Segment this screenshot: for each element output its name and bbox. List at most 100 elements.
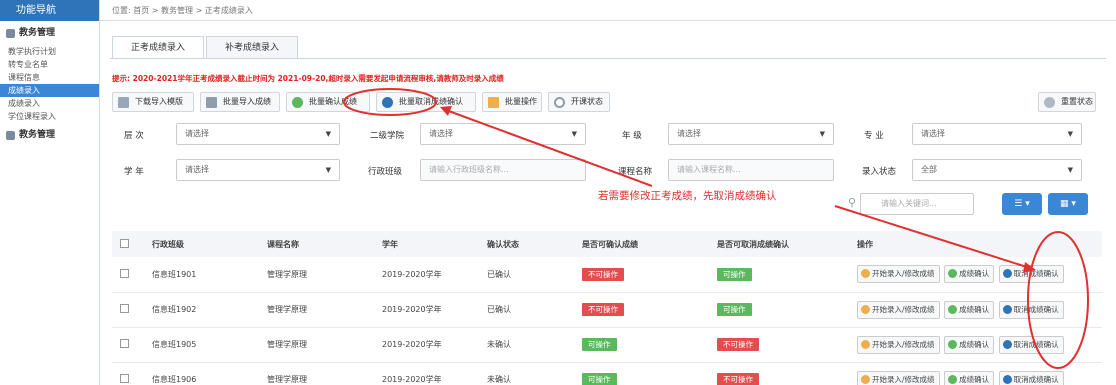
col-header-class[interactable]: 行政班级 <box>144 231 259 257</box>
row-checkbox[interactable] <box>120 339 129 348</box>
notice-text: 提示: 2020-2021学年正考成绩录入截止时间为 2021-09-20,超时… <box>112 74 504 83</box>
reset-icon <box>1044 97 1055 108</box>
course-status-button[interactable]: 开课状态 <box>548 92 610 112</box>
sidebar-brand: 功能导航 <box>0 0 99 21</box>
row-checkbox[interactable] <box>120 304 129 313</box>
filter-label-grade: 年 级 <box>622 131 642 141</box>
chevron-down-icon: ▼ <box>325 130 331 138</box>
cell-course: 管理学原理 <box>267 340 307 349</box>
class-input[interactable]: 请输入行政班级名称... <box>420 159 586 181</box>
sidebar-item-course[interactable]: 课程信息 <box>0 71 99 84</box>
level-select[interactable]: 请选择 ▼ <box>176 123 340 145</box>
confirm-score-button[interactable]: 成绩确认 <box>944 265 995 284</box>
table-row: 信息班1902 管理学原理 2019-2020学年 已确认 不可操作 可操作 开… <box>112 292 1102 327</box>
column-toggle-button[interactable]: ▦ ▾ <box>1048 193 1088 215</box>
cancel-icon <box>1002 269 1012 279</box>
tab-regular-score-entry[interactable]: 正考成绩录入 <box>112 36 205 58</box>
cell-class: 信息班1902 <box>152 305 197 314</box>
check-icon <box>948 339 958 349</box>
table-row: 信息班1906 管理学原理 2019-2020学年 未确认 可操作 不可操作 开… <box>112 362 1102 385</box>
reset-status-button[interactable]: 重置状态 <box>1038 92 1096 112</box>
sidebar-section-teaching[interactable]: 教务管理 <box>0 21 99 45</box>
search-input[interactable]: 请输入关键词... <box>860 193 974 215</box>
folder-icon <box>6 28 15 38</box>
cancel-icon <box>1002 304 1012 314</box>
edit-score-button[interactable]: 开始录入/修改成绩 <box>857 370 940 385</box>
status-badge: 可操作 <box>582 338 617 351</box>
tab-bar: 正考成绩录入 补考成绩录入 <box>112 36 300 58</box>
confirm-score-button[interactable]: 成绩确认 <box>944 335 995 354</box>
batch-operation-button[interactable]: 批量操作 <box>482 92 542 112</box>
download-template-button[interactable]: 下载导入模版 <box>112 92 194 112</box>
check-icon <box>948 269 958 279</box>
edit-score-button[interactable]: 开始录入/修改成绩 <box>857 335 940 354</box>
cell-class: 信息班1906 <box>152 375 197 384</box>
check-icon <box>948 374 958 384</box>
sidebar-section-academic[interactable]: 教务管理 <box>0 123 99 147</box>
cell-course: 管理学原理 <box>267 305 307 314</box>
cell-status: 已确认 <box>487 269 511 279</box>
toolbar: 下载导入模版 批量导入成绩 批量确认成绩 批量取消成绩确认 批量操作 开课状态 … <box>112 92 1102 112</box>
table-row: 信息班1905 管理学原理 2019-2020学年 未确认 可操作 不可操作 开… <box>112 327 1102 362</box>
batch-cancel-confirm-button[interactable]: 批量取消成绩确认 <box>376 92 476 112</box>
entry-status-select[interactable]: 全部 ▼ <box>912 159 1082 181</box>
sidebar-item-transfer[interactable]: 转专业名单 <box>0 58 99 71</box>
pencil-icon <box>861 269 870 279</box>
breadcrumb: 位置: 首页 > 教务管理 > 正考成绩录入 <box>100 0 1116 21</box>
col-header-course[interactable]: 课程名称 <box>259 231 374 257</box>
status-badge: 不可操作 <box>582 303 624 316</box>
select-all-checkbox[interactable] <box>120 238 129 248</box>
edit-score-button[interactable]: 开始录入/修改成绩 <box>857 265 940 284</box>
cancel-icon <box>1002 339 1012 349</box>
course-input[interactable]: 请输入课程名称... <box>668 159 834 181</box>
confirm-score-button[interactable]: 成绩确认 <box>944 370 995 385</box>
cell-class: 信息班1905 <box>152 340 197 349</box>
sidebar-item-score-entry-2[interactable]: 成绩录入 <box>0 97 99 110</box>
filter-label-year: 学 年 <box>124 167 144 177</box>
sidebar: 功能导航 教务管理 教学执行计划 转专业名单 课程信息 成绩录入 成绩录入 学位… <box>0 0 100 385</box>
year-select[interactable]: 请选择 ▼ <box>176 159 340 181</box>
col-header-can-cancel[interactable]: 是否可取消成绩确认 <box>709 231 849 257</box>
batch-confirm-button[interactable]: 批量确认成绩 <box>286 92 370 112</box>
row-checkbox[interactable] <box>120 268 129 278</box>
cell-status: 未确认 <box>487 340 511 349</box>
grade-select[interactable]: 请选择 ▼ <box>668 123 834 145</box>
cell-status: 已确认 <box>487 305 511 314</box>
filter-label-major: 专 业 <box>864 131 884 141</box>
cell-year: 2019-2020学年 <box>382 340 442 349</box>
col-header-can-confirm[interactable]: 是否可确认成绩 <box>574 231 709 257</box>
sidebar-item-score-entry[interactable]: 成绩录入 <box>0 84 99 97</box>
cell-year: 2019-2020学年 <box>382 269 442 279</box>
batch-import-button[interactable]: 批量导入成绩 <box>200 92 280 112</box>
filter-label-course: 课程名称 <box>618 167 653 177</box>
col-header-status[interactable]: 确认状态 <box>479 231 574 257</box>
cell-year: 2019-2020学年 <box>382 375 442 384</box>
list-icon: ☰ ▾ <box>1014 199 1030 209</box>
confirm-score-button[interactable]: 成绩确认 <box>944 300 995 319</box>
status-badge: 可操作 <box>717 303 752 316</box>
tab-divider <box>110 58 1106 59</box>
view-list-button[interactable]: ☰ ▾ <box>1002 193 1042 215</box>
col-header-year[interactable]: 学年 <box>374 231 479 257</box>
cancel-confirm-button[interactable]: 取消成绩确认 <box>998 335 1064 354</box>
columns-icon: ▦ ▾ <box>1060 199 1076 209</box>
cell-year: 2019-2020学年 <box>382 305 442 314</box>
sidebar-item-degree-course[interactable]: 学位课程录入 <box>0 110 99 123</box>
edit-score-button[interactable]: 开始录入/修改成绩 <box>857 300 940 319</box>
cancel-confirm-button[interactable]: 取消成绩确认 <box>998 300 1064 319</box>
cancel-confirm-button[interactable]: 取消成绩确认 <box>998 370 1064 385</box>
cell-course: 管理学原理 <box>267 375 307 384</box>
sidebar-item-plan[interactable]: 教学执行计划 <box>0 45 99 58</box>
annotation-text: 若需要修改正考成绩，先取消成绩确认 <box>598 190 777 202</box>
major-select[interactable]: 请选择 ▼ <box>912 123 1082 145</box>
filter-label-entry-status: 录入状态 <box>862 167 897 177</box>
chevron-down-icon: ▼ <box>571 130 577 138</box>
search-icon <box>554 97 565 108</box>
college-select[interactable]: 请选择 ▼ <box>420 123 586 145</box>
tab-makeup-score-entry[interactable]: 补考成绩录入 <box>206 36 299 58</box>
cancel-confirm-button[interactable]: 取消成绩确认 <box>998 265 1064 284</box>
score-table: 行政班级 课程名称 学年 确认状态 是否可确认成绩 是否可取消成绩确认 操作 信… <box>112 231 1102 385</box>
operation-icon <box>488 97 499 108</box>
status-badge: 不可操作 <box>717 373 759 385</box>
row-checkbox[interactable] <box>120 374 129 383</box>
